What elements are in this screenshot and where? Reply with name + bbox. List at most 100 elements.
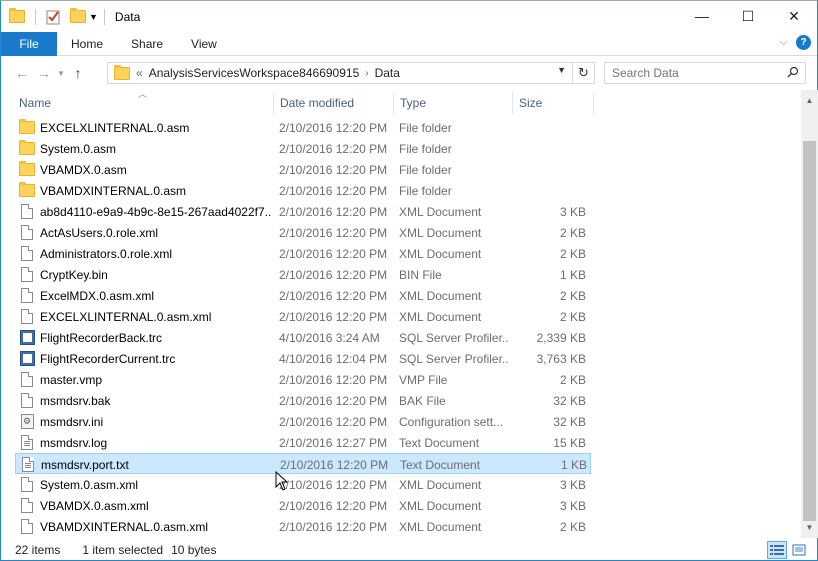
file-row[interactable]: master.vmp 2/10/2016 12:20 PM VMP File 2 KB xyxy=(15,369,591,390)
file-name-cell: ab8d4110-e9a9-4b9c-8e15-267aad4022f7.... xyxy=(19,201,271,222)
scroll-up-arrow-icon[interactable]: ▲ xyxy=(801,92,818,109)
file-size xyxy=(515,117,586,138)
document-icon xyxy=(19,225,35,241)
help-icon[interactable]: ? xyxy=(796,35,811,50)
file-row[interactable]: VBAMDX.0.asm 2/10/2016 12:20 PM File folde… xyxy=(15,159,591,180)
file-date: 2/10/2016 12:20 PM xyxy=(279,288,388,303)
file-size xyxy=(515,159,586,180)
scroll-down-arrow-icon[interactable]: ▼ xyxy=(801,519,818,536)
trace-file-icon xyxy=(19,351,35,367)
breadcrumb-overflow[interactable]: « xyxy=(136,66,143,80)
file-name-cell: VBAMDX.0.asm xyxy=(19,159,271,180)
tab-home[interactable]: Home xyxy=(57,32,117,56)
window-controls: — ☐ ✕ xyxy=(679,1,817,31)
details-view-icon[interactable] xyxy=(767,541,787,559)
file-date: 2/10/2016 12:20 PM xyxy=(279,225,388,240)
file-size: 32 KB xyxy=(553,393,586,408)
new-folder-icon[interactable] xyxy=(70,8,86,23)
search-icon[interactable] xyxy=(787,66,799,81)
file-size: 3 KB xyxy=(559,498,586,513)
file-date: 2/10/2016 12:20 PM xyxy=(279,183,388,198)
file-row[interactable]: FlightRecorderCurrent.trc 4/10/2016 12:04… xyxy=(15,348,591,369)
scrollbar-thumb[interactable] xyxy=(803,141,816,521)
minimize-button[interactable]: — xyxy=(679,1,725,31)
file-size: 2 KB xyxy=(559,288,586,303)
file-row[interactable]: ExcelMDX.0.asm.xml 2/10/2016 12:20 PM XML … xyxy=(15,285,591,306)
file-row[interactable]: FlightRecorderBack.trc 4/10/2016 3:24 AM S… xyxy=(15,327,591,348)
up-arrow-icon[interactable]: ↑ xyxy=(67,62,89,84)
properties-icon[interactable] xyxy=(45,9,61,25)
navigation-bar: ← → ▼ ↑ « AnalysisServicesWorkspace84669… xyxy=(1,56,817,90)
search-input[interactable] xyxy=(612,66,782,80)
file-size xyxy=(515,138,586,159)
file-name: System.0.asm.xml xyxy=(40,477,139,492)
folder-icon xyxy=(9,8,25,23)
file-row[interactable]: VBAMDXINTERNAL.0.asm.xml 2/10/2016 12:20 … xyxy=(15,516,591,537)
column-divider[interactable] xyxy=(593,92,594,114)
expand-ribbon-chevron-icon[interactable]: ⌵ xyxy=(780,36,788,49)
file-row[interactable]: msmdsrv.bak 2/10/2016 12:20 PM BAK File 32 … xyxy=(15,390,591,411)
maximize-button[interactable]: ☐ xyxy=(725,1,771,31)
address-bar[interactable]: « AnalysisServicesWorkspace846690915 › D… xyxy=(107,62,595,84)
file-row[interactable]: ⚙ msmdsrv.ini 2/10/2016 12:20 PM Configurat… xyxy=(15,411,591,432)
address-history-chevron-icon[interactable]: ▼ xyxy=(557,65,566,75)
file-row[interactable]: msmdsrv.log 2/10/2016 12:27 PM Text Docume… xyxy=(15,432,591,453)
forward-arrow-icon[interactable]: → xyxy=(33,62,55,84)
file-row[interactable]: System.0.asm 2/10/2016 12:20 PM File folde… xyxy=(15,138,591,159)
file-name: FlightRecorderBack.trc xyxy=(40,330,163,345)
file-row[interactable]: ActAsUsers.0.role.xml 2/10/2016 12:20 PM X… xyxy=(15,222,591,243)
file-name-cell: FlightRecorderBack.trc xyxy=(19,327,271,348)
file-row[interactable]: Administrators.0.role.xml 2/10/2016 12:20… xyxy=(15,243,591,264)
file-name: EXCELXLINTERNAL.0.asm.xml xyxy=(40,309,212,324)
file-row[interactable]: CryptKey.bin 2/10/2016 12:20 PM BIN File 1 … xyxy=(15,264,591,285)
column-header-name[interactable]: Name xyxy=(13,90,273,116)
breadcrumb-workspace[interactable]: AnalysisServicesWorkspace846690915 xyxy=(149,66,360,80)
customize-toolbar-chevron-icon[interactable]: ▼ xyxy=(89,12,98,22)
file-type: XML Document xyxy=(399,225,482,240)
back-arrow-icon[interactable]: ← xyxy=(11,62,33,84)
column-header-size[interactable]: Size xyxy=(513,90,593,116)
large-icons-view-icon[interactable] xyxy=(789,541,809,559)
file-date: 2/10/2016 12:20 PM xyxy=(279,477,388,492)
file-row[interactable]: System.0.asm.xml 2/10/2016 12:20 PM XML Do… xyxy=(15,474,591,495)
file-name: msmdsrv.log xyxy=(40,435,108,450)
file-name-cell: msmdsrv.bak xyxy=(19,390,271,411)
file-size xyxy=(515,180,586,201)
file-type: File folder xyxy=(399,183,452,198)
column-header-date[interactable]: Date modified xyxy=(274,90,393,116)
tab-share[interactable]: Share xyxy=(117,32,177,56)
file-date: 4/10/2016 3:24 AM xyxy=(279,330,380,345)
file-name-cell: ActAsUsers.0.role.xml xyxy=(19,222,271,243)
file-row[interactable]: EXCELXLINTERNAL.0.asm.xml 2/10/2016 12:20… xyxy=(15,306,591,327)
file-row[interactable]: EXCELXLINTERNAL.0.asm 2/10/2016 12:20 PM F… xyxy=(15,117,591,138)
file-name: msmdsrv.port.txt xyxy=(41,457,129,472)
file-type: File folder xyxy=(399,141,452,156)
document-icon xyxy=(19,519,35,535)
file-name: VBAMDXINTERNAL.0.asm xyxy=(40,183,187,198)
folder-icon xyxy=(19,140,35,157)
file-row-selected[interactable]: msmdsrv.port.txt 2/10/2016 12:20 PM Text D… xyxy=(15,453,591,474)
tab-file[interactable]: File xyxy=(1,31,57,56)
tab-view[interactable]: View xyxy=(177,32,231,56)
column-header-type[interactable]: Type xyxy=(394,90,512,116)
refresh-icon[interactable]: ↻ xyxy=(572,63,594,83)
settings-file-icon: ⚙ xyxy=(19,414,35,430)
file-type: XML Document xyxy=(399,288,482,303)
file-row[interactable]: ab8d4110-e9a9-4b9c-8e15-267aad4022f7....… xyxy=(15,201,591,222)
breadcrumb-chevron-icon[interactable]: › xyxy=(365,68,368,79)
file-row[interactable]: VBAMDX.0.asm.xml 2/10/2016 12:20 PM XML Do… xyxy=(15,495,591,516)
document-icon xyxy=(19,498,35,514)
file-size: 2 KB xyxy=(559,309,586,324)
file-type: XML Document xyxy=(399,246,482,261)
file-row[interactable]: VBAMDXINTERNAL.0.asm 2/10/2016 12:20 PM Fi… xyxy=(15,180,591,201)
file-name-cell: EXCELXLINTERNAL.0.asm.xml xyxy=(19,306,271,327)
recent-locations-chevron-icon[interactable]: ▼ xyxy=(55,62,67,84)
file-type: SQL Server Profiler... xyxy=(399,351,509,366)
file-size: 3 KB xyxy=(559,477,586,492)
file-type: XML Document xyxy=(399,204,482,219)
file-name: ab8d4110-e9a9-4b9c-8e15-267aad4022f7.... xyxy=(40,204,271,219)
vertical-scrollbar[interactable]: ▲ ▼ xyxy=(801,90,818,538)
close-button[interactable]: ✕ xyxy=(771,1,817,31)
breadcrumb-data[interactable]: Data xyxy=(375,66,400,80)
file-name-cell: ExcelMDX.0.asm.xml xyxy=(19,285,271,306)
